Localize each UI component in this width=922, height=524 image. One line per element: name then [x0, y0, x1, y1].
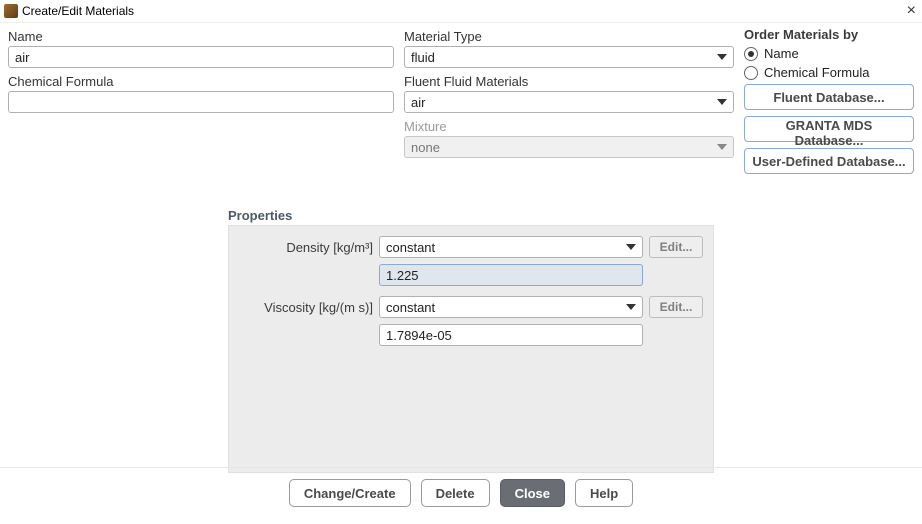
mixture-select: none: [404, 136, 734, 158]
footer: Change/Create Delete Close Help: [0, 467, 922, 518]
viscosity-method-select[interactable]: constant: [379, 296, 643, 318]
density-method-value: constant: [386, 240, 435, 255]
chevron-down-icon: [717, 54, 727, 60]
app-icon: [4, 4, 18, 18]
order-by-name-label: Name: [764, 46, 799, 61]
column-middle: Material Type fluid Fluent Fluid Materia…: [404, 27, 734, 164]
order-by-formula-radio[interactable]: Chemical Formula: [744, 65, 914, 80]
name-label: Name: [8, 29, 394, 44]
titlebar-left: Create/Edit Materials: [4, 4, 134, 18]
density-edit-button[interactable]: Edit...: [649, 236, 703, 258]
chemical-formula-input[interactable]: [8, 91, 394, 113]
chemical-formula-label: Chemical Formula: [8, 74, 394, 89]
viscosity-method-value: constant: [386, 300, 435, 315]
chevron-down-icon: [717, 144, 727, 150]
material-type-label: Material Type: [404, 29, 734, 44]
help-button[interactable]: Help: [575, 479, 633, 507]
viscosity-edit-button[interactable]: Edit...: [649, 296, 703, 318]
column-left: Name Chemical Formula: [8, 27, 394, 119]
radio-icon: [744, 66, 758, 80]
mixture-value: none: [411, 140, 440, 155]
order-by-formula-label: Chemical Formula: [764, 65, 869, 80]
titlebar: Create/Edit Materials ×: [0, 0, 922, 23]
change-create-button[interactable]: Change/Create: [289, 479, 411, 507]
properties-panel: Density [kg/m³] constant Edit... Viscosi…: [228, 225, 714, 473]
fluent-database-button[interactable]: Fluent Database...: [744, 84, 914, 110]
viscosity-value-input[interactable]: [379, 324, 643, 346]
density-row: Density [kg/m³] constant Edit...: [239, 236, 703, 258]
radio-icon: [744, 47, 758, 61]
body-area: Name Chemical Formula Material Type flui…: [0, 23, 922, 467]
close-button[interactable]: Close: [500, 479, 565, 507]
density-label: Density [kg/m³]: [239, 240, 373, 255]
fluent-fluid-materials-label: Fluent Fluid Materials: [404, 74, 734, 89]
granta-mds-database-button[interactable]: GRANTA MDS Database...: [744, 116, 914, 142]
material-type-select[interactable]: fluid: [404, 46, 734, 68]
window-title: Create/Edit Materials: [22, 4, 134, 18]
density-method-select[interactable]: constant: [379, 236, 643, 258]
order-by-name-radio[interactable]: Name: [744, 46, 914, 61]
viscosity-row: Viscosity [kg/(m s)] constant Edit...: [239, 296, 703, 318]
user-defined-database-button[interactable]: User-Defined Database...: [744, 148, 914, 174]
mixture-label: Mixture: [404, 119, 734, 134]
chevron-down-icon: [626, 244, 636, 250]
close-icon[interactable]: ×: [907, 3, 916, 19]
density-value-input[interactable]: [379, 264, 643, 286]
material-type-value: fluid: [411, 50, 435, 65]
fluent-fluid-materials-select[interactable]: air: [404, 91, 734, 113]
chevron-down-icon: [717, 99, 727, 105]
fluent-fluid-materials-value: air: [411, 95, 425, 110]
delete-button[interactable]: Delete: [421, 479, 490, 507]
chevron-down-icon: [626, 304, 636, 310]
top-row: Name Chemical Formula Material Type flui…: [8, 27, 914, 180]
name-input[interactable]: [8, 46, 394, 68]
order-materials-heading: Order Materials by: [744, 27, 914, 42]
viscosity-label: Viscosity [kg/(m s)]: [239, 300, 373, 315]
column-right: Order Materials by Name Chemical Formula…: [744, 27, 914, 180]
properties-heading: Properties: [228, 208, 914, 223]
